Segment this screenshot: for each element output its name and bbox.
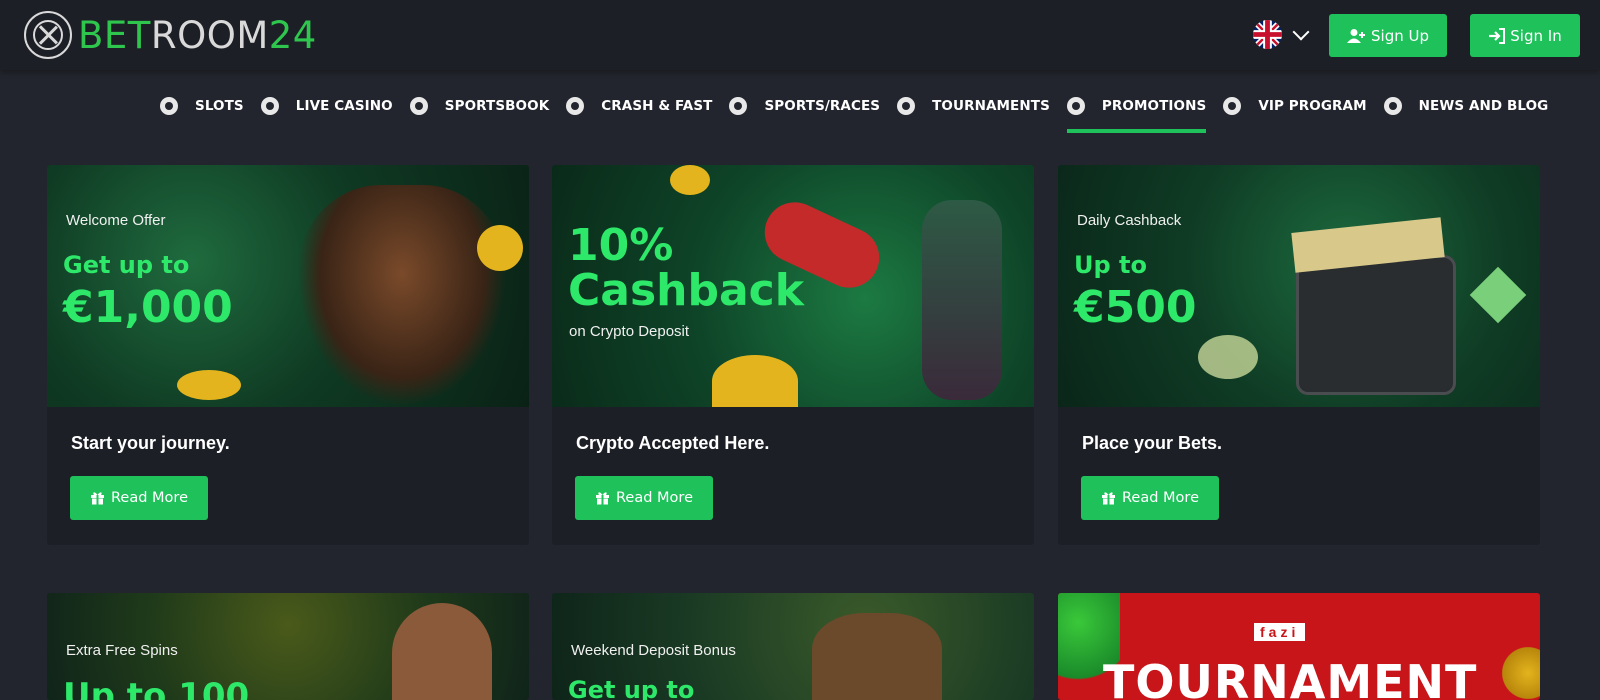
promo-banner-image: Extra Free Spins Up to 100 bbox=[47, 593, 529, 700]
promo-banner-image: Welcome Offer Get up to €1,000 bbox=[47, 165, 529, 407]
read-more-label: Read More bbox=[616, 490, 693, 506]
gift-icon bbox=[1102, 492, 1115, 505]
read-more-label: Read More bbox=[1122, 490, 1199, 506]
promo-headline-amount: €1,000 bbox=[63, 282, 233, 333]
trophy-icon bbox=[897, 97, 916, 115]
sign-up-button[interactable]: Sign Up bbox=[1329, 14, 1447, 57]
promo-title: Start your journey. bbox=[71, 433, 230, 453]
promo-card-free-spins: Extra Free Spins Up to 100 bbox=[47, 593, 529, 700]
sign-in-button[interactable]: Sign In bbox=[1470, 14, 1580, 57]
promo-title: Crypto Accepted Here. bbox=[576, 433, 770, 453]
nav-item-promotions[interactable]: PROMOTIONS bbox=[1066, 90, 1207, 133]
promo-headline-line1: Up to bbox=[1074, 251, 1147, 279]
promo-card-welcome: Welcome Offer Get up to €1,000 Start you… bbox=[47, 165, 529, 545]
gift-icon bbox=[1066, 97, 1085, 115]
read-more-button[interactable]: Read More bbox=[1081, 476, 1219, 520]
slots-icon bbox=[160, 97, 178, 115]
promo-banner-image: Daily Cashback Up to €500 bbox=[1058, 165, 1540, 407]
sign-in-label: Sign In bbox=[1510, 26, 1562, 45]
promo-headline-line1: 10% bbox=[568, 220, 674, 271]
site-header: BETROOM24 Sign Up Sign In bbox=[0, 0, 1600, 70]
logo-wordmark: BETROOM24 bbox=[78, 13, 317, 57]
football-icon bbox=[409, 97, 428, 115]
promo-subline: on Crypto Deposit bbox=[569, 323, 690, 340]
nav-item-crash-fast[interactable]: CRASH & FAST bbox=[566, 90, 712, 122]
megaphone-icon bbox=[1383, 97, 1402, 115]
main-navigation: SLOTS LIVE CASINO SPORTSBOOK CRASH & FAS… bbox=[160, 90, 1565, 133]
promo-headline-line1: Up to 100 bbox=[63, 676, 250, 700]
gift-icon bbox=[91, 492, 104, 505]
nav-item-sports-races[interactable]: SPORTS/RACES bbox=[729, 90, 880, 122]
promo-banner-image: 10% Cashback on Crypto Deposit bbox=[552, 165, 1034, 407]
roulette-logo-icon bbox=[24, 11, 72, 59]
read-more-button[interactable]: Read More bbox=[70, 476, 208, 520]
promo-tag: Welcome Offer bbox=[66, 212, 166, 229]
promo-headline-line1: Get up to bbox=[568, 676, 695, 700]
chevron-down-icon bbox=[1292, 23, 1310, 40]
sign-up-label: Sign Up bbox=[1371, 26, 1429, 45]
sign-in-icon bbox=[1489, 27, 1506, 44]
promo-headline-line1: Get up to bbox=[63, 251, 190, 279]
fazi-logo: fazi bbox=[1254, 623, 1306, 641]
promo-card-cashback: 10% Cashback on Crypto Deposit Crypto Ac… bbox=[552, 165, 1034, 545]
crown-icon bbox=[1223, 97, 1242, 115]
promo-card-daily-cashback: Daily Cashback Up to €500 Place your Bet… bbox=[1058, 165, 1540, 545]
rocket-icon bbox=[566, 97, 585, 115]
vr-headset-icon bbox=[729, 97, 748, 115]
promo-headline-line2: Cashback bbox=[568, 265, 805, 316]
nav-item-vip-program[interactable]: VIP PROGRAM bbox=[1223, 90, 1367, 122]
read-more-label: Read More bbox=[111, 490, 188, 506]
nav-item-live-casino[interactable]: LIVE CASINO bbox=[260, 90, 393, 122]
add-user-icon bbox=[1347, 28, 1365, 43]
tournament-headline: TOURNAMENT bbox=[1103, 655, 1478, 700]
nav-item-news-blog[interactable]: NEWS AND BLOG bbox=[1383, 90, 1549, 122]
promo-banner-image: fazi TOURNAMENT bbox=[1058, 593, 1540, 700]
promo-card-weekend-bonus: Weekend Deposit Bonus Get up to bbox=[552, 593, 1034, 700]
nav-item-slots[interactable]: SLOTS bbox=[160, 90, 244, 122]
promo-headline-amount: €500 bbox=[1074, 282, 1197, 333]
uk-flag-icon bbox=[1253, 20, 1282, 49]
site-logo[interactable]: BETROOM24 bbox=[24, 10, 317, 60]
read-more-button[interactable]: Read More bbox=[575, 476, 713, 520]
gift-icon bbox=[596, 492, 609, 505]
nav-item-tournaments[interactable]: TOURNAMENTS bbox=[897, 90, 1050, 122]
promo-title: Place your Bets. bbox=[1082, 433, 1223, 453]
promo-tag: Daily Cashback bbox=[1077, 212, 1182, 229]
promo-tag: Extra Free Spins bbox=[66, 642, 178, 659]
promo-card-tournament: fazi TOURNAMENT bbox=[1058, 593, 1540, 700]
roulette-icon bbox=[260, 97, 279, 115]
promo-tag: Weekend Deposit Bonus bbox=[571, 642, 736, 659]
nav-item-sportsbook[interactable]: SPORTSBOOK bbox=[409, 90, 550, 122]
language-selector[interactable] bbox=[1253, 20, 1310, 49]
promo-banner-image: Weekend Deposit Bonus Get up to bbox=[552, 593, 1034, 700]
